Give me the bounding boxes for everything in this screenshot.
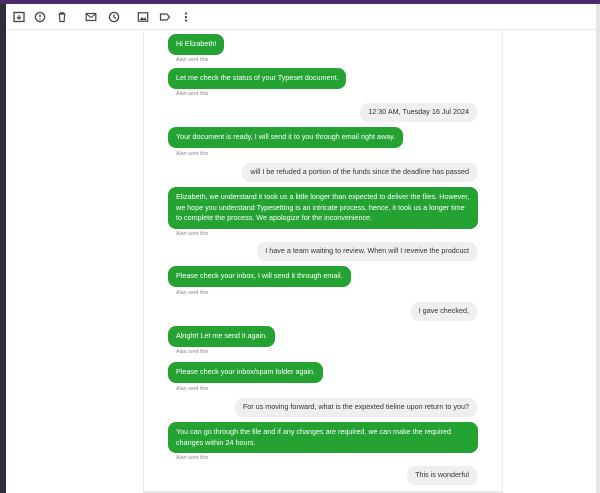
- agent-message: Please check your inbox/spam folder agai…: [168, 362, 324, 383]
- sent-caption: Alan sent this: [176, 386, 209, 392]
- agent-message: Alright! Let me send it again.: [168, 326, 276, 347]
- sent-caption: Alan sent this: [176, 455, 209, 461]
- clock-icon[interactable]: [107, 10, 121, 24]
- agent-message: You can go through the file and if any c…: [168, 422, 478, 453]
- label-icon[interactable]: [158, 10, 172, 24]
- agent-message: Let me check the status of your Typeset …: [168, 68, 347, 89]
- user-message: For us moving forward, what is the expex…: [234, 398, 477, 417]
- mail-toolbar: [6, 4, 596, 30]
- agent-message: Please check your inbox, I will send it …: [168, 266, 351, 287]
- sent-caption: Alan sent this: [176, 151, 209, 157]
- agent-message: Elizabeth, we understand it took us a li…: [168, 187, 478, 229]
- sent-caption: Alan sent this: [176, 91, 209, 97]
- sent-caption: Alan sent this: [176, 290, 209, 296]
- agent-message: Hi Elizabeth!: [168, 34, 225, 55]
- sent-caption: Alan sent this: [176, 231, 209, 237]
- agent-message: Your document is ready, I will send it t…: [168, 127, 404, 148]
- mail-icon[interactable]: [84, 10, 98, 24]
- clock-alert-icon[interactable]: [33, 10, 47, 24]
- user-message: 12:30 AM, Tuesday 16 Jul 2024: [360, 103, 477, 122]
- sent-caption: Alan sent this: [176, 349, 209, 355]
- sent-caption: Alan sent this: [176, 57, 209, 63]
- right-edge: [596, 4, 600, 493]
- user-message: I have a team waiting to review. When wi…: [257, 242, 477, 261]
- archive-icon[interactable]: [12, 10, 26, 24]
- trash-icon[interactable]: [55, 10, 69, 24]
- more-vert-icon[interactable]: [179, 10, 193, 24]
- user-message: This is wonderful: [407, 466, 477, 485]
- image-icon[interactable]: [136, 10, 150, 24]
- left-background-strip: [0, 4, 6, 493]
- user-message: I gave checked,: [410, 302, 477, 321]
- user-message: will I be refuded a portion of the funds…: [242, 163, 477, 182]
